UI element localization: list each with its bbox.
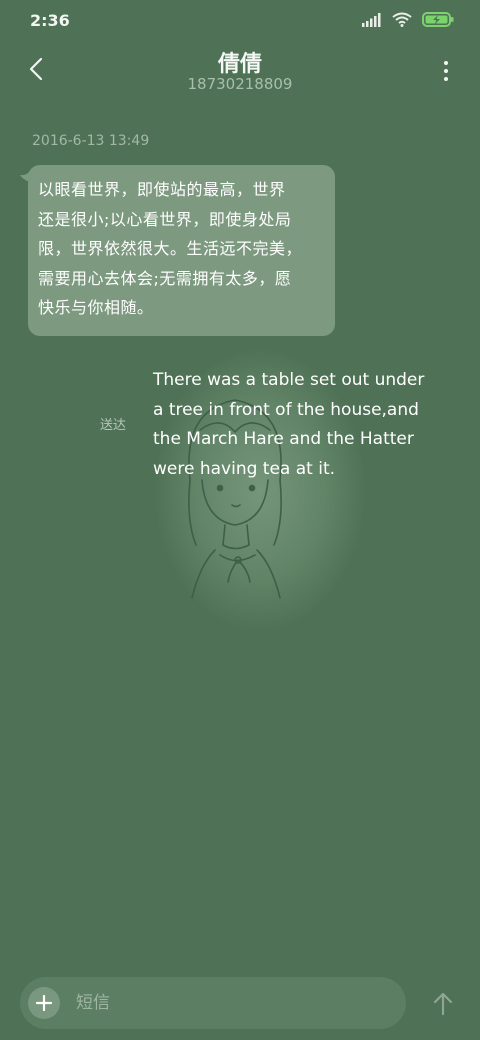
signal-icon: [362, 12, 381, 27]
wifi-icon: [392, 12, 412, 27]
incoming-message-bubble[interactable]: 以眼看世界，即使站的最高，世界 还是很小;以心看世界，即使身处局 限，世界依然很…: [28, 165, 335, 336]
outgoing-message-line: a tree in front of the house,and: [153, 399, 419, 420]
contact-number: 18730218809: [187, 75, 293, 93]
incoming-message-text: 以眼看世界，即使站的最高，世界 还是很小;以心看世界，即使身处局 限，世界依然很…: [38, 175, 325, 323]
incoming-message-line: 需要用心去体会;无需拥有太多，愿: [38, 268, 292, 288]
arrow-up-icon[interactable]: [430, 991, 456, 1017]
incoming-message-line: 快乐与你相随。: [38, 298, 154, 317]
outgoing-message-text[interactable]: There was a table set out under a tree i…: [153, 366, 453, 484]
outgoing-message-line: were having tea at it.: [153, 458, 336, 479]
status-icons: [362, 12, 454, 27]
outgoing-message-line: the March Hare and the Hatter: [153, 429, 414, 449]
message-timestamp: 2016-6-13 13:49: [32, 133, 150, 149]
more-vertical-icon[interactable]: [436, 56, 456, 86]
message-composer: [20, 977, 406, 1029]
battery-charging-icon: [422, 12, 454, 27]
incoming-message-line: 以眼看世界，即使站的最高，世界: [38, 180, 286, 199]
delivery-status: 送达: [100, 418, 127, 433]
status-bar: 2:36: [0, 0, 480, 42]
incoming-message-line: 限，世界依然很大。生活远不完美，: [38, 239, 303, 258]
message-input[interactable]: [76, 989, 386, 1017]
sms-conversation-screen: 2:36 倩倩 18730218809 2016-6-13 13:49 以眼看世…: [0, 0, 480, 1040]
status-time: 2:36: [30, 11, 70, 30]
outgoing-message-line: There was a table set out under: [153, 370, 425, 390]
add-attachment-button[interactable]: [28, 987, 60, 1019]
plus-icon: [35, 994, 53, 1012]
contact-name: 倩倩: [217, 52, 262, 77]
incoming-message-line: 还是很小;以心看世界，即使身处局: [38, 209, 292, 229]
conversation-header: 倩倩 18730218809: [0, 42, 480, 102]
